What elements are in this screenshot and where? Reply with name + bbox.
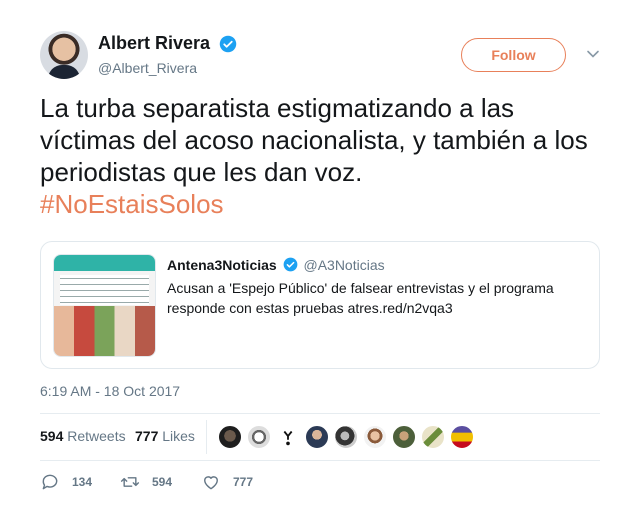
retweets-label: Retweets — [67, 428, 126, 444]
thumbnail-text-lines — [60, 275, 149, 305]
likes-count: 777 — [135, 428, 159, 444]
verified-badge-icon — [283, 257, 297, 272]
like-count: 777 — [233, 475, 254, 489]
reply-button[interactable]: 134 — [40, 472, 92, 492]
reply-count: 134 — [72, 475, 93, 489]
quoted-tweet-card[interactable]: Antena3Noticias @A3Noticias Acusan a 'Es… — [40, 241, 600, 369]
heart-icon — [204, 476, 218, 490]
liker-avatar[interactable] — [276, 425, 300, 449]
like-button[interactable]: 777 — [201, 472, 253, 492]
tweet-header: Albert Rivera @Albert_Rivera Follow — [40, 31, 600, 81]
verified-badge-icon — [219, 35, 236, 52]
liker-avatar[interactable] — [392, 425, 416, 449]
liker-avatar[interactable] — [363, 425, 387, 449]
follow-button[interactable]: Follow — [461, 38, 566, 72]
quoted-author-handle: @A3Noticias — [303, 257, 385, 273]
quoted-tweet-text: Acusan a 'Espejo Público' de falsear ent… — [167, 280, 554, 316]
author-block: Albert Rivera @Albert_Rivera — [98, 33, 237, 76]
quoted-tweet-thumbnail — [53, 254, 156, 357]
tweet-text: La turba separatista estigmatizando a la… — [40, 92, 600, 220]
thumbnail-banner — [54, 255, 155, 271]
retweet-count: 594 — [152, 475, 173, 489]
liker-avatar-glyph — [283, 430, 293, 446]
liker-avatar[interactable] — [247, 425, 271, 449]
quoted-tweet-header: Antena3Noticias @A3Noticias — [167, 257, 385, 273]
retweets-count: 594 — [40, 428, 64, 444]
divider — [40, 460, 600, 461]
liker-avatar[interactable] — [305, 425, 329, 449]
chevron-down-icon[interactable] — [586, 47, 600, 61]
quoted-author-name: Antena3Noticias — [167, 257, 277, 273]
liker-avatar[interactable] — [218, 425, 242, 449]
avatar[interactable] — [40, 31, 88, 79]
likes-stat[interactable]: 777 Likes — [135, 428, 195, 444]
likes-label: Likes — [162, 428, 195, 444]
retweet-button[interactable]: 594 — [120, 472, 172, 492]
avatar-figure — [48, 65, 80, 79]
thumbnail-photo — [54, 306, 155, 356]
reply-icon — [42, 474, 58, 490]
author-display-name[interactable]: Albert Rivera — [98, 33, 210, 54]
liker-avatar[interactable] — [421, 425, 445, 449]
tweet-body-text: La turba separatista estigmatizando a la… — [40, 93, 588, 187]
retweet-icon — [120, 477, 140, 487]
hashtag-link[interactable]: #NoEstaisSolos — [40, 189, 224, 219]
tweet-timestamp[interactable]: 6:19 AM - 18 Oct 2017 — [40, 383, 180, 399]
tweet-actions: 134 594 777 — [40, 470, 600, 494]
retweets-stat[interactable]: 594 Retweets — [40, 428, 126, 444]
tweet-stats: 594 Retweets 777 Likes — [40, 414, 600, 460]
liker-avatar[interactable] — [334, 425, 358, 449]
liker-avatar[interactable] — [450, 425, 474, 449]
stats-divider — [206, 420, 207, 454]
author-handle[interactable]: @Albert_Rivera — [98, 60, 237, 76]
